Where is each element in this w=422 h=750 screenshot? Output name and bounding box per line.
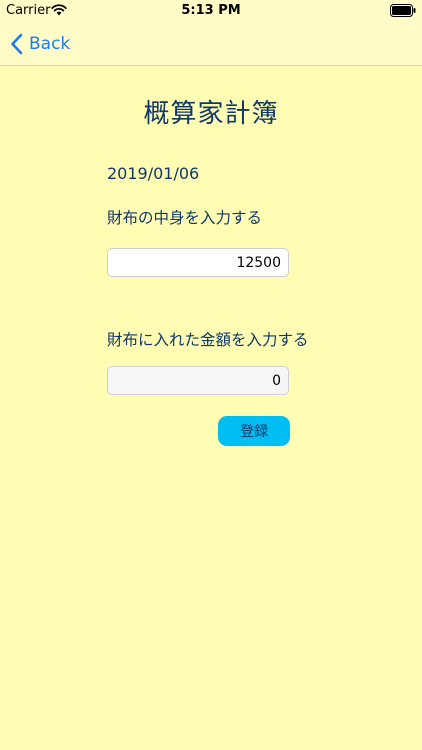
page-title: 概算家計簿 — [143, 99, 279, 129]
navigation-bar: Back — [0, 24, 422, 66]
added-amount-input[interactable] — [107, 366, 289, 395]
wallet-amount-input[interactable] — [107, 248, 289, 277]
register-button[interactable]: 登録 — [218, 416, 290, 446]
battery-full-icon — [390, 4, 416, 17]
back-label: Back — [29, 34, 71, 54]
status-bar: Carrier 5:13 PM — [0, 0, 422, 24]
date-label: 2019/01/06 — [107, 164, 200, 183]
added-amount-label: 財布に入れた金額を入力する — [107, 331, 309, 349]
wallet-amount-label: 財布の中身を入力する — [107, 209, 263, 227]
status-time: 5:13 PM — [181, 3, 241, 18]
back-button[interactable]: Back — [10, 31, 70, 57]
chevron-left-icon — [11, 33, 23, 55]
